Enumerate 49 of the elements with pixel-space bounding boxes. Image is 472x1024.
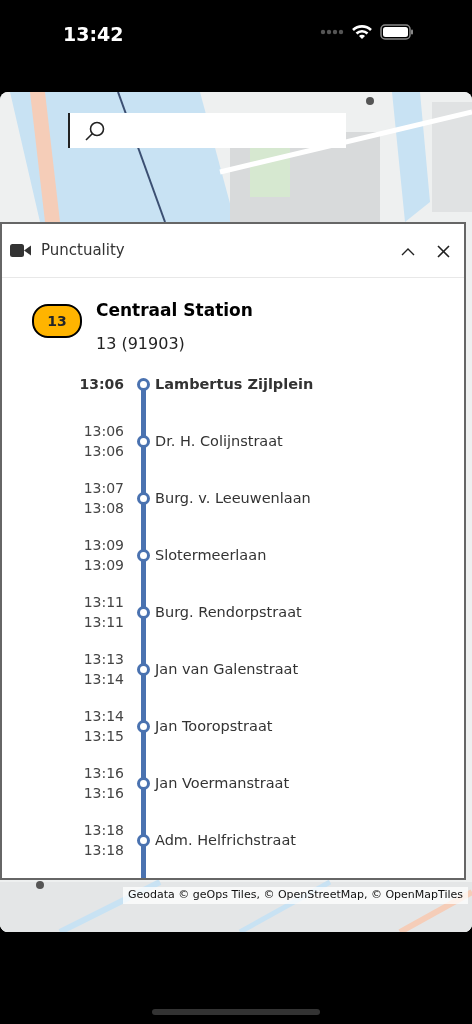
stop-time: 13:09 [83, 535, 124, 555]
stop-name: Lambertus Zijlplein [155, 374, 314, 394]
stop-time: 13:11 [83, 592, 124, 612]
stop-time: 13:06 [83, 441, 124, 461]
stop-time: 13:15 [83, 726, 124, 746]
destination: Centraal Station [96, 299, 253, 322]
stop-time: 13:16 [83, 763, 124, 783]
stop-marker [137, 548, 150, 562]
trip-number: 13 (91903) [96, 332, 186, 355]
stop-name: Slotermeerlaan [155, 545, 267, 565]
stop-name: Jan Voermanstraat [155, 773, 290, 793]
stop-name: Burg. Rendorpstraat [155, 602, 302, 622]
stop-time: 13:18 [83, 820, 124, 840]
cellular-signal-icon [320, 29, 344, 35]
stop-marker [137, 662, 150, 676]
panel-title: Punctuality [41, 240, 126, 262]
wifi-icon [352, 24, 372, 40]
battery-icon [380, 24, 414, 40]
stop-time: 13:14 [83, 706, 124, 726]
stop-time: 13:18 [83, 840, 124, 860]
stop-time: 13:14 [83, 669, 124, 689]
stop-name: Adm. Helfrichstraat [155, 830, 296, 850]
stop-time: 13:16 [83, 783, 124, 803]
stop-time: 13:06 [83, 421, 124, 441]
search-field[interactable] [68, 113, 346, 148]
close-icon [437, 244, 450, 258]
stop-time: 13:07 [83, 478, 124, 498]
stop-marker [137, 491, 150, 505]
stop-marker [137, 776, 150, 790]
stop-name: Jan van Galenstraat [155, 659, 299, 679]
stop-marker [137, 605, 150, 619]
map-attribution: Geodata © geOps Tiles, © OpenStreetMap, © OpenMapTiles [123, 887, 468, 904]
stop-name: Dr. H. Colijnstraat [155, 431, 283, 451]
video-camera-icon [10, 244, 31, 257]
stop-marker [137, 377, 150, 391]
stop-time: 13:09 [83, 555, 124, 575]
stop-marker [137, 434, 150, 448]
line-badge: 13 [32, 304, 82, 338]
chevron-up-icon [401, 246, 415, 256]
stop-time: 13:08 [83, 498, 124, 518]
stop-name: Jan Tooropstraat [155, 716, 273, 736]
status-time: 13:42 [63, 22, 124, 47]
stop-time: 13:13 [83, 649, 124, 669]
stop-name: Burg. v. Leeuwenlaan [155, 488, 311, 508]
stop-marker [137, 719, 150, 733]
search-icon [84, 119, 106, 142]
stop-time: 13:06 [79, 374, 124, 394]
stop-time: 13:11 [83, 612, 124, 632]
stop-marker [137, 833, 150, 847]
